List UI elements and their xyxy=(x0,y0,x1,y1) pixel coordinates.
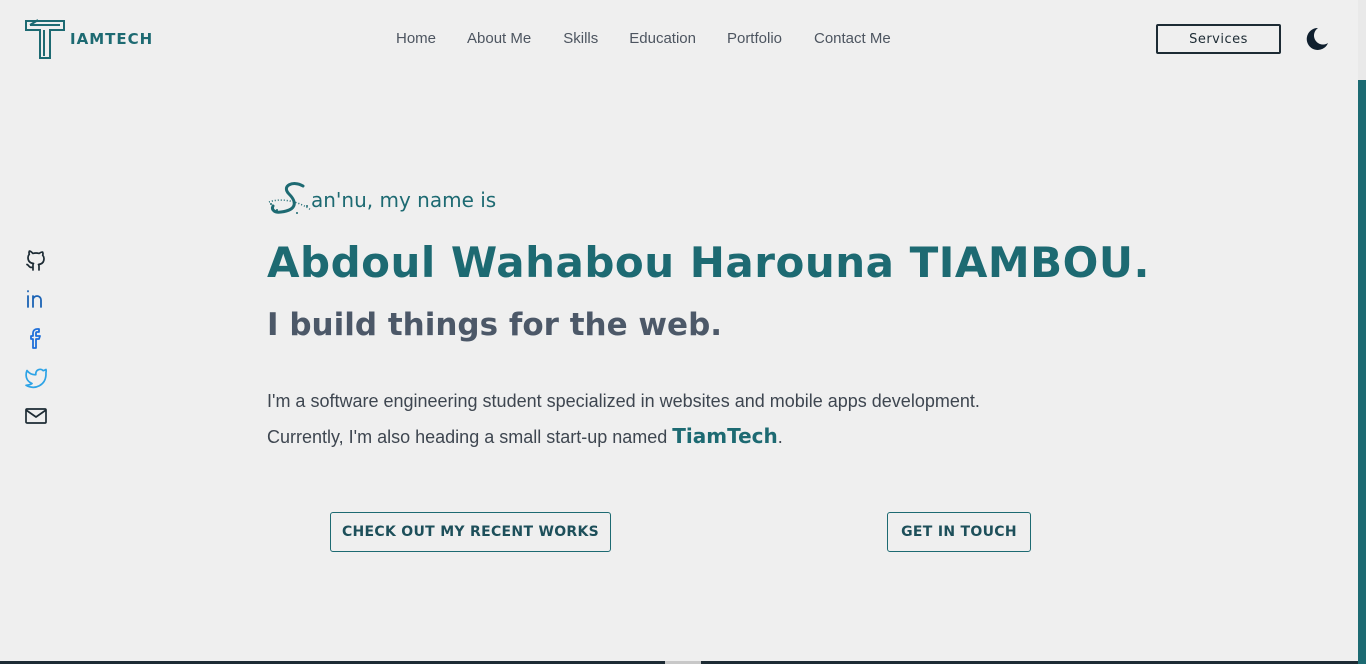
hero-description: I'm a software engineering student speci… xyxy=(267,384,1087,455)
hero-name: Abdoul Wahabou Harouna TIAMBOU. xyxy=(267,238,1150,287)
logo-t-icon xyxy=(25,19,65,59)
github-icon[interactable] xyxy=(24,248,48,272)
vertical-scrollbar[interactable] xyxy=(1358,0,1366,664)
description-line-1: I'm a software engineering student speci… xyxy=(267,391,980,411)
get-in-touch-button[interactable]: GET IN TOUCH xyxy=(887,512,1031,552)
description-prefix: Currently, I'm also heading a small star… xyxy=(267,427,673,447)
nav-home[interactable]: Home xyxy=(396,30,436,47)
nav-portfolio[interactable]: Portfolio xyxy=(727,30,782,47)
nav-education[interactable]: Education xyxy=(629,30,696,47)
page: IAMTECH Home About Me Skills Education P… xyxy=(0,0,1366,664)
facebook-icon[interactable] xyxy=(24,326,48,350)
moon-icon[interactable] xyxy=(1303,26,1329,52)
main-nav: Home About Me Skills Education Portfolio… xyxy=(396,30,891,47)
mail-icon[interactable] xyxy=(24,404,48,428)
brand-name: TiamTech xyxy=(672,424,778,448)
hero-tagline: I build things for the web. xyxy=(267,307,723,343)
signature-s-icon xyxy=(268,182,312,214)
hero-intro: an'nu, my name is xyxy=(267,180,496,218)
description-suffix: . xyxy=(777,427,783,447)
twitter-icon[interactable] xyxy=(24,365,48,389)
social-links xyxy=(24,248,48,428)
intro-text: an'nu, my name is xyxy=(311,188,497,212)
description-line-2: Currently, I'm also heading a small star… xyxy=(267,419,1087,455)
nav-contact-me[interactable]: Contact Me xyxy=(814,30,891,47)
logo[interactable]: IAMTECH xyxy=(24,18,153,60)
nav-skills[interactable]: Skills xyxy=(563,30,598,47)
logo-text: IAMTECH xyxy=(70,30,154,48)
services-button[interactable]: Services xyxy=(1156,24,1281,54)
recent-works-button[interactable]: CHECK OUT MY RECENT WORKS xyxy=(330,512,611,552)
nav-about-me[interactable]: About Me xyxy=(467,30,531,47)
linkedin-icon[interactable] xyxy=(24,287,48,311)
